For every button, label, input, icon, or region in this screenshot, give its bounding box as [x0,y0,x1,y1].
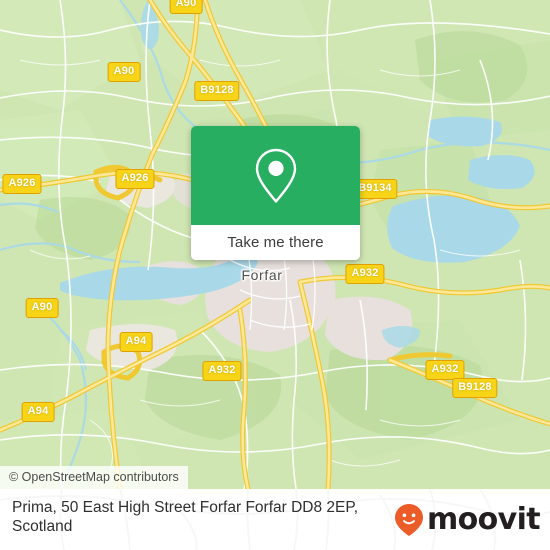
osm-attribution[interactable]: © OpenStreetMap contributors [0,466,188,489]
road-shield: B9128 [194,81,240,101]
moovit-logo: moovit [394,502,541,537]
location-popup-card[interactable]: Take me there [191,126,360,260]
map-pin-icon [255,148,296,203]
road-shield: A926 [2,174,42,194]
moovit-wordmark: moovit [426,502,541,537]
road-shield: A90 [169,0,203,14]
take-me-there-button[interactable]: Take me there [191,225,360,260]
road-shield: A94 [119,332,153,352]
road-shield: A932 [425,360,465,380]
road-shield: A90 [25,298,59,318]
map-canvas[interactable]: A90 A90 B9128 A926 A926 B9134 A932 A90 A… [0,0,550,489]
footer-bar: Prima, 50 East High Street Forfar Forfar… [0,489,550,550]
popup-icon-area [191,126,360,225]
road-shield: A94 [21,402,55,422]
road-shield: A90 [107,62,141,82]
moovit-smiley-pin-icon [394,504,423,536]
location-address-text: Prima, 50 East High Street Forfar Forfar… [12,499,359,535]
road-shield: B9128 [452,378,498,398]
place-label-forfar: Forfar [241,267,283,283]
road-shield: A932 [202,361,242,381]
moovit-map-screenshot: A90 A90 B9128 A926 A926 B9134 A932 A90 A… [0,0,550,550]
road-shield: A932 [345,264,385,284]
road-shield: A926 [115,169,155,189]
